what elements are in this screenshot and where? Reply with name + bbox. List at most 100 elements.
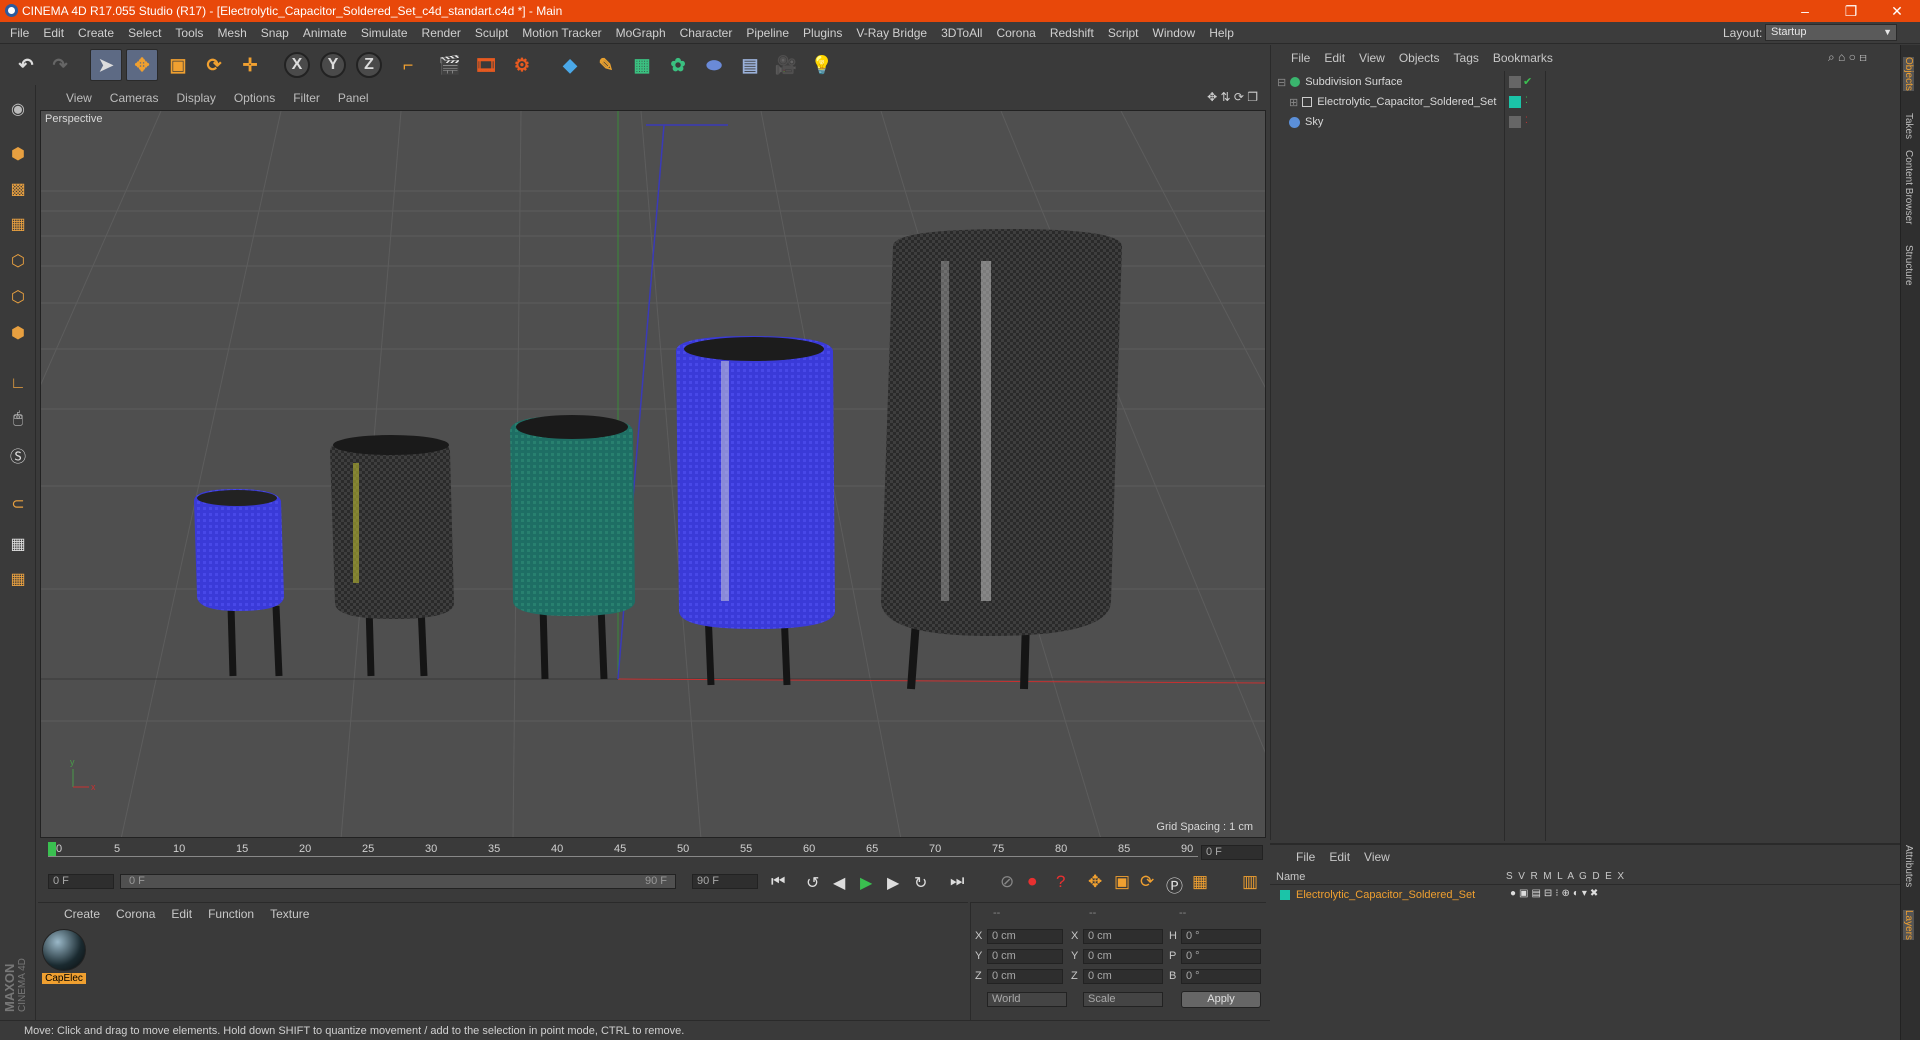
- menu-motion-tracker[interactable]: Motion Tracker: [515, 26, 608, 40]
- layer-menu-view[interactable]: View: [1357, 850, 1397, 864]
- motion-record-icon[interactable]: ⊘: [1000, 872, 1014, 892]
- go-to-end-icon[interactable]: ⏭: [950, 873, 964, 891]
- x-axis-lock-button[interactable]: X: [284, 52, 310, 78]
- viewport-menu-cameras[interactable]: Cameras: [101, 91, 168, 105]
- spline-pen-button[interactable]: ✎: [590, 49, 622, 81]
- viewport-nav-icons[interactable]: ✥ ⇅ ⟳ ❐: [1207, 90, 1258, 104]
- z-axis-lock-button[interactable]: Z: [356, 52, 382, 78]
- object-row-subdivision-surface[interactable]: ⊟ Subdivision Surface: [1277, 73, 1402, 91]
- viewport-menu-options[interactable]: Options: [225, 91, 284, 105]
- rotation-b-field[interactable]: 0 °: [1181, 969, 1261, 984]
- deformer-button[interactable]: ⬬: [698, 49, 730, 81]
- menu-3dtoall[interactable]: 3DToAll: [934, 26, 989, 40]
- timeline-window-icon[interactable]: ▥: [1242, 872, 1258, 892]
- size-y-field[interactable]: 0 cm: [1083, 949, 1163, 964]
- rotation-p-field[interactable]: 0 °: [1181, 949, 1261, 964]
- edges-mode-button[interactable]: ⬡: [4, 283, 32, 311]
- menu-corona[interactable]: Corona: [989, 26, 1042, 40]
- key-rotation-icon[interactable]: ⟳: [1140, 872, 1154, 892]
- side-tab-structure[interactable]: Structure: [1903, 245, 1914, 286]
- scale-mode-select[interactable]: Scale: [1083, 992, 1163, 1007]
- layer-row[interactable]: Electrolytic_Capacitor_Soldered_Set: [1280, 887, 1475, 903]
- objects-menu-objects[interactable]: Objects: [1392, 51, 1447, 65]
- model-mode-button[interactable]: ⬢: [4, 140, 32, 168]
- menu-mesh[interactable]: Mesh: [210, 26, 253, 40]
- viewport-menu-display[interactable]: Display: [167, 91, 224, 105]
- menu-animate[interactable]: Animate: [296, 26, 354, 40]
- lock-workplane-button[interactable]: ▦: [4, 530, 32, 558]
- visibility-dots-icon[interactable]: ⁚: [1525, 95, 1528, 106]
- record-active-icon[interactable]: ⏺: [1028, 872, 1037, 892]
- objects-menu-bookmarks[interactable]: Bookmarks: [1486, 51, 1560, 65]
- start-frame-field[interactable]: 0 F: [48, 874, 114, 889]
- material-menu-create[interactable]: Create: [38, 907, 108, 921]
- subdivision-surface-button[interactable]: ▦: [626, 49, 658, 81]
- close-button[interactable]: ✕: [1874, 0, 1920, 22]
- coordinate-mode-select[interactable]: World: [987, 992, 1067, 1007]
- key-position-icon[interactable]: ✥: [1088, 872, 1102, 892]
- material-menu-corona[interactable]: Corona: [108, 907, 163, 921]
- rotate-tool-button[interactable]: ⟳: [198, 49, 230, 81]
- prev-frame-icon[interactable]: ◀: [833, 873, 845, 893]
- side-tab-attributes[interactable]: Attributes: [1903, 845, 1914, 887]
- menu-edit[interactable]: Edit: [36, 26, 71, 40]
- key-scale-icon[interactable]: ▣: [1114, 872, 1130, 892]
- render-settings-button[interactable]: ⚙: [506, 49, 538, 81]
- object-row-sky[interactable]: Sky: [1289, 113, 1323, 131]
- menu-mograph[interactable]: MoGraph: [609, 26, 673, 40]
- enabled-check-icon[interactable]: ✔: [1523, 75, 1532, 88]
- menu-window[interactable]: Window: [1146, 26, 1203, 40]
- layer-menu-edit[interactable]: Edit: [1322, 850, 1357, 864]
- redo-button[interactable]: ↷: [44, 49, 76, 81]
- render-view-button[interactable]: 🎬: [434, 49, 466, 81]
- move-tool-button[interactable]: ✥: [126, 49, 158, 81]
- light-button[interactable]: 💡: [806, 49, 838, 81]
- objects-menu-tags[interactable]: Tags: [1447, 51, 1486, 65]
- play-icon[interactable]: ▶: [860, 873, 872, 893]
- end-frame-field[interactable]: 90 F: [692, 874, 758, 889]
- prev-key-icon[interactable]: ↺: [806, 873, 819, 893]
- menu-select[interactable]: Select: [121, 26, 168, 40]
- menu-create[interactable]: Create: [71, 26, 121, 40]
- menu-pipeline[interactable]: Pipeline: [739, 26, 796, 40]
- menu-render[interactable]: Render: [415, 26, 468, 40]
- y-axis-lock-button[interactable]: Y: [320, 52, 346, 78]
- planar-workplane-button[interactable]: ▦: [4, 565, 32, 593]
- menu-help[interactable]: Help: [1202, 26, 1241, 40]
- size-z-field[interactable]: 0 cm: [1083, 969, 1163, 984]
- menu-script[interactable]: Script: [1101, 26, 1146, 40]
- autokey-icon[interactable]: ?: [1056, 872, 1065, 892]
- cube-primitive-button[interactable]: ◆: [554, 49, 586, 81]
- current-frame-field[interactable]: 0 F: [1201, 845, 1263, 860]
- menu-tools[interactable]: Tools: [168, 26, 210, 40]
- floor-button[interactable]: ▤: [734, 49, 766, 81]
- coordinate-system-button[interactable]: ⌐: [392, 49, 424, 81]
- layout-select[interactable]: Startup ▼: [1765, 24, 1897, 41]
- snapping-button[interactable]: Ⓢ: [4, 441, 32, 469]
- menu-file[interactable]: File: [0, 26, 36, 40]
- position-z-field[interactable]: 0 cm: [987, 969, 1063, 984]
- size-x-field[interactable]: 0 cm: [1083, 929, 1163, 944]
- object-manager-search-icon[interactable]: ⌕ ⌂ ○ ⊟: [1828, 50, 1867, 65]
- workplane-mode-button[interactable]: ▦: [4, 210, 32, 238]
- menu-vray-bridge[interactable]: V-Ray Bridge: [849, 26, 934, 40]
- visibility-dots-icon[interactable]: ⁚: [1525, 115, 1528, 126]
- menu-character[interactable]: Character: [673, 26, 740, 40]
- material-menu-edit[interactable]: Edit: [163, 907, 200, 921]
- position-x-field[interactable]: 0 cm: [987, 929, 1063, 944]
- menu-simulate[interactable]: Simulate: [354, 26, 415, 40]
- side-tab-content-browser[interactable]: Content Browser: [1903, 150, 1914, 224]
- polygons-mode-button[interactable]: ⬢: [4, 319, 32, 347]
- objects-menu-view[interactable]: View: [1352, 51, 1392, 65]
- side-tab-objects[interactable]: Objects: [1903, 57, 1914, 91]
- cloner-button[interactable]: ✿: [662, 49, 694, 81]
- layer-tag-icon[interactable]: [1509, 76, 1521, 88]
- viewport-menu-panel[interactable]: Panel: [329, 91, 378, 105]
- rotation-h-field[interactable]: 0 °: [1181, 929, 1261, 944]
- key-param-icon[interactable]: Ⓟ: [1166, 872, 1183, 897]
- go-to-start-icon[interactable]: ⏮: [771, 873, 785, 891]
- material-swatch[interactable]: CapElec: [42, 929, 86, 985]
- menu-plugins[interactable]: Plugins: [796, 26, 849, 40]
- axis-mode-button[interactable]: ∟: [4, 370, 32, 398]
- layer-color-icon[interactable]: [1509, 96, 1521, 108]
